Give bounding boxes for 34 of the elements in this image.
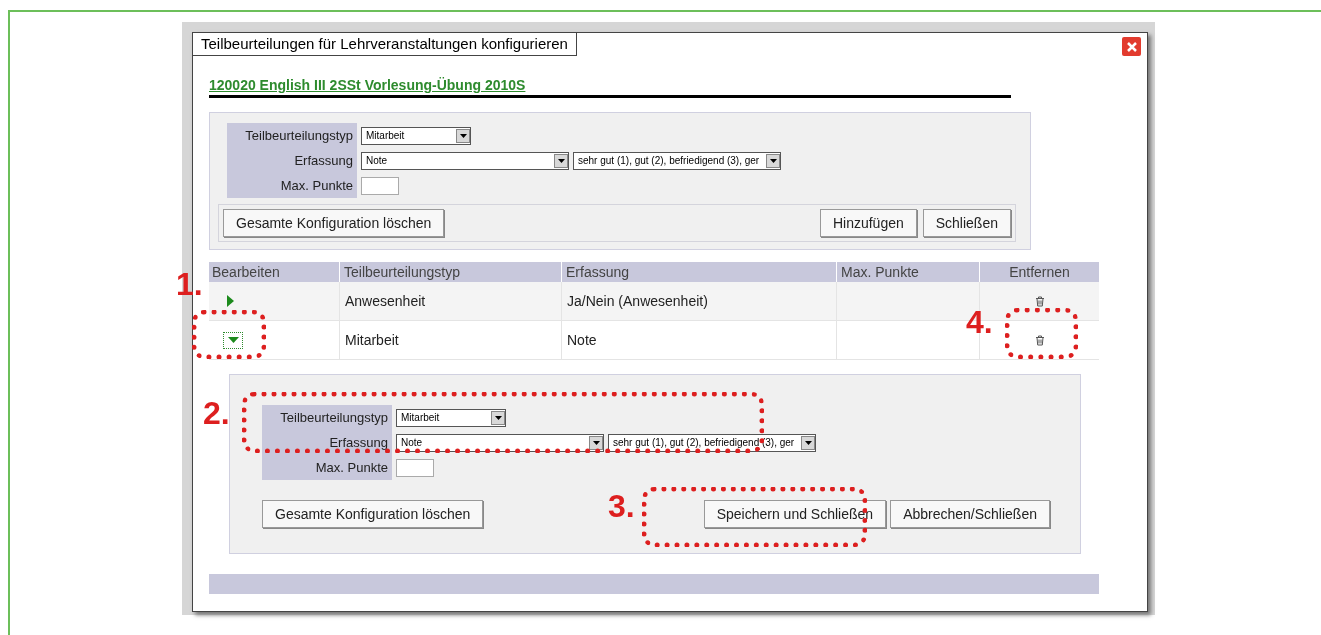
field-label: Erfassung (262, 430, 392, 455)
form-button[interactable]: Hinzufügen (819, 209, 917, 237)
dropdown[interactable]: Note (361, 151, 569, 170)
step-number: 3. (608, 490, 635, 522)
table-cell: Ja/Nein (Anwesenheit) (561, 282, 836, 320)
form-button[interactable]: Abbrechen/Schließen (890, 500, 1050, 528)
dropdown[interactable]: Note (396, 433, 604, 452)
expand-arrow-icon[interactable] (227, 295, 234, 307)
form-button[interactable]: Speichern und Schließen (703, 500, 887, 528)
field-label: Erfassung (227, 148, 357, 173)
course-link[interactable]: 120020 English III 2SSt Vorlesung-Übung 2010S (209, 77, 526, 93)
close-icon (1126, 41, 1137, 52)
field-label: Teilbeurteilungstyp (227, 123, 357, 148)
dropdown[interactable]: Mitarbeit (396, 408, 506, 427)
dropdown[interactable]: Mitarbeit (361, 126, 471, 145)
table-cell: Mitarbeit (339, 321, 561, 359)
form-button[interactable]: Gesamte Konfiguration löschen (262, 500, 484, 528)
table-cell: Note (561, 321, 836, 359)
max-points-field[interactable] (396, 458, 434, 477)
field-label: Teilbeurteilungstyp (262, 405, 392, 430)
field-label: Max. Punkte (262, 455, 392, 480)
max-points-field[interactable] (361, 176, 399, 195)
form-button[interactable]: Gesamte Konfiguration löschen (223, 209, 445, 237)
field-label: Max. Punkte (227, 173, 357, 198)
dialog-title: Teilbeurteilungen für Lehrveranstaltungen konfigurieren (192, 32, 577, 56)
column-header: Bearbeiten (211, 263, 281, 282)
step-number: 2. (203, 397, 230, 429)
table-cell: Anwesenheit (339, 282, 561, 320)
form-button[interactable]: Schließen (922, 209, 1011, 237)
close-button[interactable] (1122, 37, 1141, 56)
dropdown[interactable]: sehr gut (1), gut (2), befriedigend (3), ger (573, 151, 781, 170)
trash-icon[interactable] (1034, 334, 1045, 346)
trash-icon[interactable] (1034, 295, 1045, 307)
step-number: 4. (966, 306, 993, 338)
